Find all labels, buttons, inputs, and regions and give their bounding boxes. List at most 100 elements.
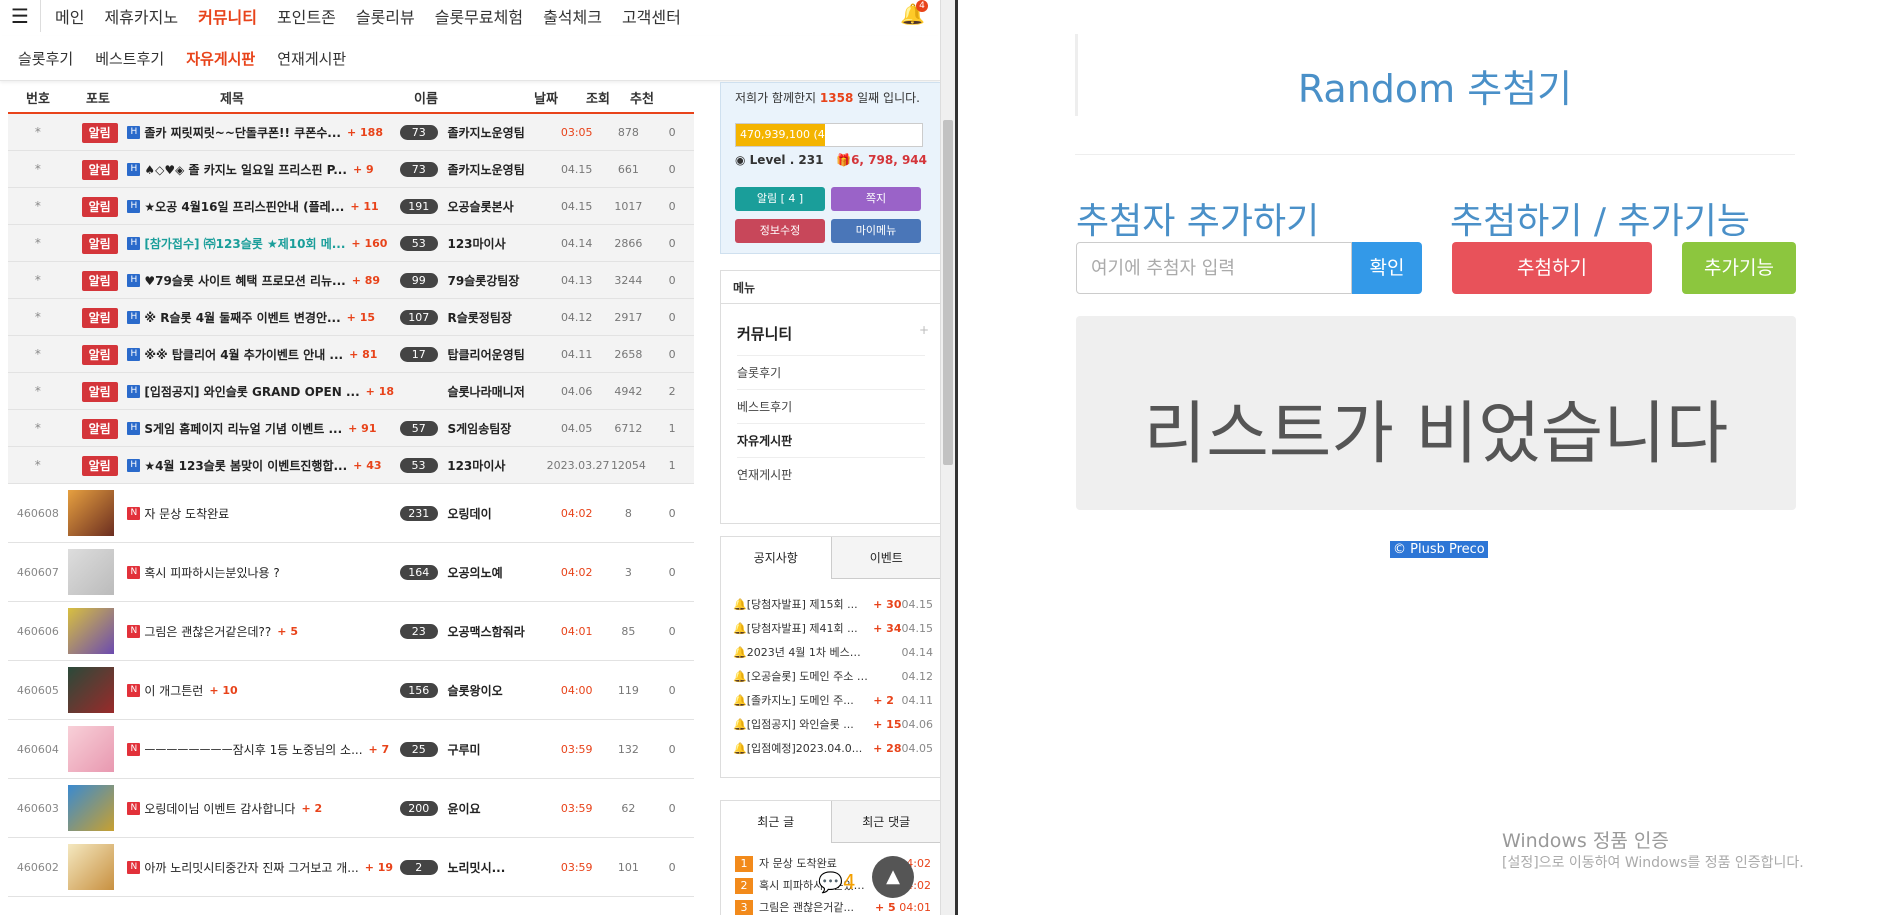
post-title-cell[interactable]: N 아까 노리밋시티중간자 진짜 그거보고 개... + 19 bbox=[127, 859, 395, 876]
notice-title[interactable]: 2023년 4월 1차 베스트 후... bbox=[747, 641, 870, 665]
nav-item-main[interactable]: 메인 bbox=[55, 4, 84, 28]
post-title[interactable]: ※※ 탑클리어 4월 추가이벤트 안내 ... bbox=[144, 346, 343, 363]
notice-item[interactable]: 🔔 [오공슬롯] 도메인 주소 업... 04.12 bbox=[733, 665, 933, 689]
author-name[interactable]: 오링데이 bbox=[447, 505, 546, 522]
post-title-cell[interactable]: N 혹시 피파하시는분있나용 ? bbox=[127, 564, 395, 581]
nav-item-partner-casino[interactable]: 제휴카지노 bbox=[104, 4, 178, 28]
side-menu-item-slot-review[interactable]: 슬롯후기 bbox=[737, 355, 925, 390]
post-title[interactable]: ★4월 123슬롯 봄맞이 이벤트진행합... bbox=[144, 457, 347, 474]
author-name[interactable]: 졸카지노운영팀 bbox=[447, 124, 546, 141]
post-thumbnail[interactable] bbox=[67, 549, 114, 595]
confirm-button[interactable]: 확인 bbox=[1352, 242, 1422, 294]
post-title[interactable]: 자 문상 도착완료 bbox=[144, 505, 229, 522]
my-menu-button[interactable]: 마이메뉴 bbox=[831, 219, 921, 243]
table-row[interactable]: * 알림 H [참가접수] ㈜123슬롯 ★제10회 메... + 160 53 123마이… bbox=[8, 225, 694, 262]
nav-item-community[interactable]: 커뮤니티 bbox=[198, 4, 257, 28]
notice-item[interactable]: 🔔 [졸카지노] 도메인 주... + 2 04.11 bbox=[733, 689, 933, 713]
table-row[interactable]: 460605 N 이 개그튼런 + 10 156 슬롯왕이오 04:00 119 0 bbox=[8, 661, 694, 720]
table-row[interactable]: 460608 N 자 문상 도착완료 231 오링데이 04:02 8 0 bbox=[8, 484, 694, 543]
post-thumbnail[interactable] bbox=[67, 844, 114, 890]
post-title-cell[interactable]: H ♥79슬롯 사이트 혜택 프로모션 리뉴... + 89 bbox=[127, 272, 395, 289]
scroll-top-button[interactable]: ▲ bbox=[872, 856, 914, 898]
post-title[interactable]: ♠◇♥◈ 졸 카지노 일요일 프리스핀 P... bbox=[144, 161, 347, 178]
post-title-cell[interactable]: N 오링데이님 이벤트 감사합니다 + 2 bbox=[127, 800, 395, 817]
post-title-cell[interactable]: H ★4월 123슬롯 봄맞이 이벤트진행합... + 43 bbox=[127, 457, 395, 474]
table-row[interactable]: 460604 N ㅡㅡㅡㅡㅡㅡㅡㅡ잠시후 1등 노중님의 소... + 7 25 구루미 0… bbox=[8, 720, 694, 779]
table-row[interactable]: * 알림 H ★4월 123슬롯 봄맞이 이벤트진행합... + 43 53 123마이사 2… bbox=[8, 447, 694, 484]
author-name[interactable]: 슬롯왕이오 bbox=[447, 682, 546, 699]
table-row[interactable]: * 알림 H ※※ 탑클리어 4월 추가이벤트 안내 ... + 81 17 탑클리어운영팀… bbox=[8, 336, 694, 373]
bell-icon[interactable]: 🔔 4 bbox=[900, 0, 928, 30]
author-name[interactable]: 구루미 bbox=[447, 741, 546, 758]
notice-item[interactable]: 🔔 [당첨자발표] 제15회 ... + 30 04.15 bbox=[733, 593, 933, 617]
author-name[interactable]: 슬롯나라매니저 bbox=[447, 383, 546, 400]
table-row[interactable]: 460607 N 혹시 피파하시는분있나용 ? 164 오공의노예 04:02 3 0 bbox=[8, 543, 694, 602]
author-name[interactable]: 탑클리어운영팀 bbox=[447, 346, 546, 363]
nav-item-slot-review[interactable]: 슬롯리뷰 bbox=[356, 4, 415, 28]
nav-item-support[interactable]: 고객센터 bbox=[622, 4, 681, 28]
post-title-cell[interactable]: H [참가접수] ㈜123슬롯 ★제10회 메... + 160 bbox=[127, 235, 395, 252]
post-thumbnail[interactable] bbox=[67, 490, 114, 536]
notice-item[interactable]: 🔔 [당첨자발표] 제41회 ... + 34 04.15 bbox=[733, 617, 933, 641]
post-title[interactable]: ※ R슬롯 4월 둘째주 이벤트 변경안... bbox=[144, 309, 340, 326]
extra-features-button[interactable]: 추가기능 bbox=[1682, 242, 1796, 294]
notice-title[interactable]: [입점예정]2023.04.0... bbox=[747, 737, 869, 761]
chat-icon[interactable]: 💬4 bbox=[818, 870, 856, 894]
tab-notice[interactable]: 공지사항 bbox=[721, 537, 832, 579]
author-name[interactable]: R슬롯정팀장 bbox=[447, 309, 546, 326]
post-title[interactable]: [입점공지] 와인슬롯 GRAND OPEN ... bbox=[144, 383, 359, 400]
post-title-cell[interactable]: H 졸카 찌릿찌릿~~단돌쿠폰!! 쿠폰수... + 188 bbox=[127, 124, 395, 141]
post-title[interactable]: S게임 홈페이지 리뉴얼 기념 이벤트 ... bbox=[144, 420, 342, 437]
notice-title[interactable]: [오공슬롯] 도메인 주소 업... bbox=[747, 665, 870, 689]
subnav-item-best-review[interactable]: 베스트후기 bbox=[95, 48, 164, 69]
post-thumbnail[interactable] bbox=[67, 785, 114, 831]
post-title[interactable]: ㅡㅡㅡㅡㅡㅡㅡㅡ잠시후 1등 노중님의 소... bbox=[144, 741, 362, 758]
table-row[interactable]: * 알림 H [입점공지] 와인슬롯 GRAND OPEN ... + 18 슬롯나라매니… bbox=[8, 373, 694, 410]
author-name[interactable]: 79슬롯강팀장 bbox=[447, 272, 546, 289]
nav-item-point-zone[interactable]: 포인트존 bbox=[277, 4, 336, 28]
notice-item[interactable]: 🔔 [입점공지] 와인슬롯 ... + 15 04.06 bbox=[733, 713, 933, 737]
notice-title[interactable]: [졸카지노] 도메인 주... bbox=[747, 689, 870, 713]
author-name[interactable]: 윤이요 bbox=[447, 800, 546, 817]
table-row[interactable]: * 알림 H ★오공 4월16일 프리스핀안내 (플레... + 11 191 오공슬롯본사… bbox=[8, 188, 694, 225]
post-title-cell[interactable]: N자 문상 도착완료 bbox=[127, 505, 395, 522]
author-name[interactable]: S게임송팀장 bbox=[447, 420, 546, 437]
post-title[interactable]: 아까 노리밋시티중간자 진짜 그거보고 개... bbox=[144, 859, 358, 876]
author-name[interactable]: 오공맥스함줘라 bbox=[447, 623, 546, 640]
subnav-item-free-board[interactable]: 자유게시판 bbox=[186, 48, 255, 69]
post-title-cell[interactable]: N ㅡㅡㅡㅡㅡㅡㅡㅡ잠시후 1등 노중님의 소... + 7 bbox=[127, 741, 395, 758]
author-name[interactable]: 졸카지노운영팀 bbox=[447, 161, 546, 178]
post-title[interactable]: 혹시 피파하시는분있나용 ? bbox=[144, 564, 279, 581]
recent-title[interactable]: 그림은 괜찮은거같... bbox=[759, 897, 869, 915]
table-row[interactable]: 460606 N 그림은 괜찮은거같은데?? + 5 23 오공맥스함줘라 04:01 85 0 bbox=[8, 602, 694, 661]
nav-item-free-slot[interactable]: 슬롯무료체험 bbox=[435, 4, 523, 28]
notice-item[interactable]: 🔔2023년 4월 1차 베스트 후... 04.14 bbox=[733, 641, 933, 665]
post-title-cell[interactable]: H ★오공 4월16일 프리스핀안내 (플레... + 11 bbox=[127, 198, 395, 215]
post-title-cell[interactable]: N이 개그튼런 + 10 bbox=[127, 682, 395, 699]
entrant-input[interactable] bbox=[1076, 242, 1352, 294]
edit-info-button[interactable]: 정보수정 bbox=[735, 219, 825, 243]
draw-button[interactable]: 추첨하기 bbox=[1452, 242, 1652, 294]
post-title-cell[interactable]: N 그림은 괜찮은거같은데?? + 5 bbox=[127, 623, 395, 640]
table-row[interactable]: * 알림 H ※ R슬롯 4월 둘째주 이벤트 변경안... + 15 107 R슬롯정팀장… bbox=[8, 299, 694, 336]
post-title-cell[interactable]: H ※ R슬롯 4월 둘째주 이벤트 변경안... + 15 bbox=[127, 309, 395, 326]
post-title[interactable]: 그림은 괜찮은거같은데?? bbox=[144, 623, 271, 640]
subnav-item-slot-review[interactable]: 슬롯후기 bbox=[18, 48, 73, 69]
post-thumbnail[interactable] bbox=[67, 608, 114, 654]
alarm-button[interactable]: 알림 [ 4 ] bbox=[735, 187, 825, 211]
post-title[interactable]: [참가접수] ㈜123슬롯 ★제10회 메... bbox=[144, 235, 345, 252]
table-row[interactable]: 460603 N 오링데이님 이벤트 감사합니다 + 2 200 윤이요 03:59 62 0 bbox=[8, 779, 694, 838]
table-row[interactable]: * 알림 H 졸카 찌릿찌릿~~단돌쿠폰!! 쿠폰수... + 188 73 졸카지노운영팀… bbox=[8, 114, 694, 151]
post-title-cell[interactable]: H ※※ 탑클리어 4월 추가이벤트 안내 ... + 81 bbox=[127, 346, 395, 363]
nav-item-attendance[interactable]: 출석체크 bbox=[543, 4, 602, 28]
table-row[interactable]: 460602 N 아까 노리밋시티중간자 진짜 그거보고 개... + 19 2 노리밋시… bbox=[8, 838, 694, 897]
side-menu-item-serial-board[interactable]: 연재게시판 bbox=[737, 457, 925, 492]
tab-event[interactable]: 이벤트 bbox=[831, 537, 941, 579]
tab-recent-posts[interactable]: 최근 글 bbox=[721, 801, 832, 843]
subnav-item-serial-board[interactable]: 연재게시판 bbox=[277, 48, 346, 69]
author-name[interactable]: 오공의노예 bbox=[447, 564, 546, 581]
notice-title[interactable]: [당첨자발표] 제41회 ... bbox=[747, 617, 869, 641]
post-title[interactable]: ★오공 4월16일 프리스핀안내 (플레... bbox=[144, 198, 344, 215]
notice-title[interactable]: [입점공지] 와인슬롯 ... bbox=[747, 713, 869, 737]
side-menu-item-free-board[interactable]: 자유게시판 bbox=[737, 423, 925, 458]
